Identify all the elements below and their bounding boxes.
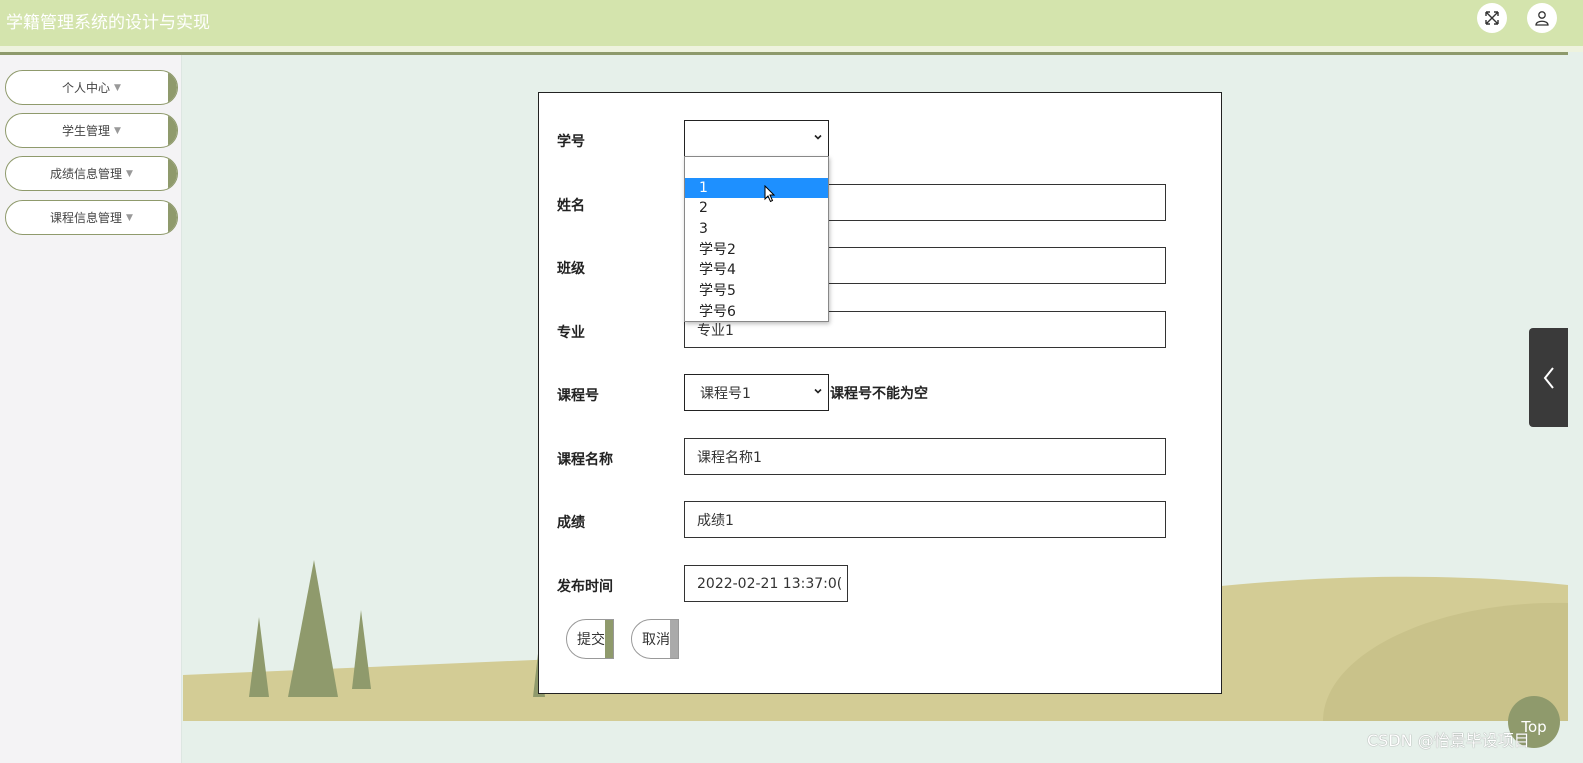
submit-button-label: 提交 xyxy=(577,632,605,648)
chevron-left-icon xyxy=(1543,366,1554,389)
top-header: 学籍管理系统的设计与实现 xyxy=(0,0,1583,46)
user-glyph xyxy=(1535,11,1549,26)
chevron-down-icon xyxy=(814,134,822,140)
fullscreen-glyph xyxy=(1485,11,1499,25)
submit-button-accent xyxy=(605,620,613,658)
sidebar-item-label: 课程信息管理 xyxy=(50,211,123,225)
course-name-input[interactable]: 课程名称1 xyxy=(684,438,1166,475)
tree-small-left xyxy=(249,617,269,697)
tree-large xyxy=(288,560,338,697)
dropdown-option-highlighted[interactable]: 1 xyxy=(685,177,828,199)
sidebar-item-accent xyxy=(168,157,177,190)
cancel-button-label: 取消 xyxy=(642,632,670,648)
tree-small-right xyxy=(352,610,371,689)
score-edit-form: 学号 姓名 班级 专业 专业1 课程号 课程号1 课程号不能为空 课程名称 课程… xyxy=(538,92,1222,694)
student-id-label: 学号 xyxy=(557,134,585,150)
sidebar-item-accent xyxy=(168,114,177,147)
score-input[interactable]: 成绩1 xyxy=(684,501,1166,538)
user-icon[interactable] xyxy=(1527,3,1557,33)
student-id-dropdown-list: 1 2 3 学号2 学号4 学号5 学号6 xyxy=(684,156,829,322)
caret-down-icon: ▼ xyxy=(126,168,133,179)
major-label: 专业 xyxy=(557,325,585,341)
student-id-select[interactable] xyxy=(684,120,829,157)
course-name-label: 课程名称 xyxy=(557,452,613,468)
fullscreen-icon[interactable] xyxy=(1477,3,1507,33)
class-label: 班级 xyxy=(557,261,585,277)
cancel-button[interactable]: 取消 xyxy=(631,619,679,659)
score-label: 成绩 xyxy=(557,515,585,531)
sidebar-item-label: 成绩信息管理 xyxy=(50,167,123,181)
chevron-down-icon xyxy=(814,388,822,394)
sidebar-item-accent xyxy=(168,201,177,234)
watermark-text: CSDN @怡景毕设项目 xyxy=(1367,731,1530,750)
side-panel-toggle[interactable] xyxy=(1529,328,1568,427)
dropdown-option[interactable]: 学号4 xyxy=(685,260,828,281)
sidebar: 个人中心 ▼ 学生管理 ▼ 成绩信息管理 ▼ 课程信息管理 ▼ xyxy=(0,55,182,763)
dropdown-option[interactable]: 2 xyxy=(685,198,828,219)
caret-down-icon: ▼ xyxy=(114,125,121,136)
caret-down-icon: ▼ xyxy=(114,82,121,93)
dropdown-option[interactable]: 学号2 xyxy=(685,240,828,261)
dropdown-option[interactable]: 学号5 xyxy=(685,281,828,302)
course-id-label: 课程号 xyxy=(557,388,599,404)
course-id-select[interactable]: 课程号1 xyxy=(684,374,829,411)
sidebar-item-score-management[interactable]: 成绩信息管理 ▼ xyxy=(5,156,178,191)
course-id-error: 课程号不能为空 xyxy=(830,386,928,402)
name-label: 姓名 xyxy=(557,198,585,214)
cancel-button-accent xyxy=(670,620,678,658)
app-title: 学籍管理系统的设计与实现 xyxy=(6,13,210,33)
dropdown-option[interactable]: 3 xyxy=(685,219,828,240)
publish-time-label: 发布时间 xyxy=(557,579,613,595)
dropdown-option[interactable] xyxy=(685,157,828,178)
sidebar-item-course-management[interactable]: 课程信息管理 ▼ xyxy=(5,200,178,235)
mouse-cursor-icon xyxy=(764,185,776,203)
publish-time-input[interactable]: 2022-02-21 13:37:0( xyxy=(684,565,848,602)
sidebar-item-label: 学生管理 xyxy=(62,124,111,138)
sidebar-item-accent xyxy=(168,71,177,104)
sidebar-item-student-management[interactable]: 学生管理 ▼ xyxy=(5,113,178,148)
caret-down-icon: ▼ xyxy=(126,212,133,223)
submit-button[interactable]: 提交 xyxy=(566,619,614,659)
sidebar-item-label: 个人中心 xyxy=(62,81,111,95)
course-id-value: 课程号1 xyxy=(700,385,751,402)
sidebar-item-personal-center[interactable]: 个人中心 ▼ xyxy=(5,70,178,105)
dropdown-option[interactable]: 学号6 xyxy=(685,302,828,323)
